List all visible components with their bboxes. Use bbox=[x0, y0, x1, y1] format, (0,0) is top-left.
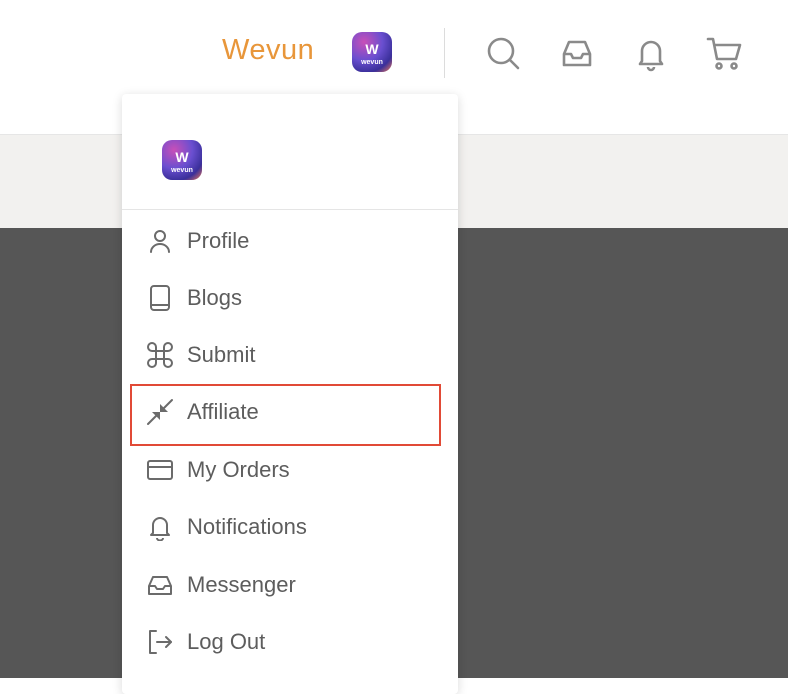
credit-card-icon bbox=[146, 456, 174, 484]
cart-icon[interactable] bbox=[705, 34, 743, 72]
menu-item-label: Log Out bbox=[187, 629, 266, 654]
menu-item-label: Affiliate bbox=[187, 399, 259, 424]
username-link[interactable]: Wevun bbox=[222, 34, 314, 67]
user-icon bbox=[146, 227, 174, 255]
logout-icon bbox=[146, 628, 174, 656]
bell-icon[interactable] bbox=[632, 34, 670, 72]
avatar-caption: wevun bbox=[361, 59, 383, 66]
user-dropdown-menu: W wevun Profile Blogs Submit Affiliate M… bbox=[122, 94, 458, 694]
menu-item-notifications[interactable]: Notifications bbox=[146, 507, 446, 547]
avatar-letter: W bbox=[365, 41, 379, 57]
command-icon bbox=[146, 341, 174, 369]
menu-item-my-orders[interactable]: My Orders bbox=[146, 450, 446, 490]
menu-item-messenger[interactable]: Messenger bbox=[146, 565, 446, 605]
header-divider bbox=[444, 28, 445, 78]
menu-item-label: My Orders bbox=[187, 457, 290, 482]
menu-item-label: Profile bbox=[187, 228, 250, 253]
inbox-icon bbox=[146, 571, 174, 599]
header-avatar[interactable]: W wevun bbox=[352, 32, 392, 72]
menu-item-affiliate[interactable]: Affiliate bbox=[146, 392, 446, 432]
tablet-icon bbox=[146, 284, 174, 312]
dropdown-avatar[interactable]: W wevun bbox=[162, 140, 202, 180]
menu-item-profile[interactable]: Profile bbox=[146, 221, 446, 261]
bell-icon bbox=[146, 513, 174, 542]
search-icon[interactable] bbox=[484, 34, 522, 72]
menu-item-label: Blogs bbox=[187, 285, 243, 310]
menu-item-log-out[interactable]: Log Out bbox=[146, 622, 446, 662]
menu-item-label: Messenger bbox=[187, 572, 296, 597]
avatar-caption: wevun bbox=[171, 167, 193, 174]
inbox-icon[interactable] bbox=[558, 34, 596, 72]
menu-item-label: Notifications bbox=[187, 514, 307, 539]
dropdown-profile-header: W wevun bbox=[122, 94, 458, 210]
avatar-letter: W bbox=[175, 149, 189, 165]
menu-item-blogs[interactable]: Blogs bbox=[146, 278, 446, 318]
compress-arrows-icon bbox=[146, 398, 174, 426]
menu-item-label: Submit bbox=[187, 342, 256, 367]
menu-item-submit[interactable]: Submit bbox=[146, 335, 446, 375]
dropdown-caret bbox=[302, 82, 326, 94]
